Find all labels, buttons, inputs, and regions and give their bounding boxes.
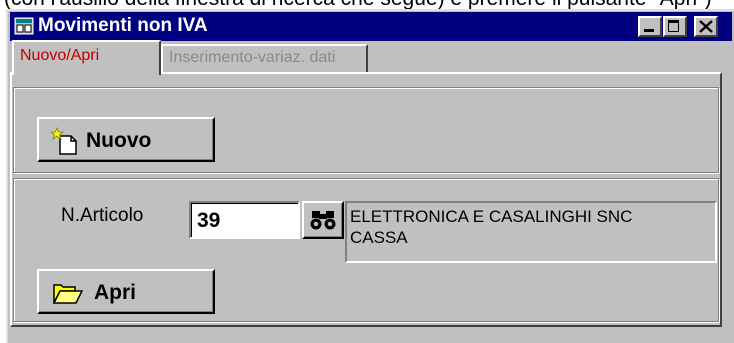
new-button-label: Nuovo <box>86 129 152 152</box>
tab-nuovo-apri[interactable]: Nuovo/Apri <box>12 40 161 75</box>
open-folder-icon <box>53 284 83 304</box>
window-title: Movimenti non IVA <box>38 15 208 36</box>
open-button[interactable]: Apri <box>37 269 215 314</box>
description-line-1: ELETTRONICA E CASALINGHI SNC <box>350 207 633 226</box>
new-button[interactable]: Nuovo <box>37 117 215 162</box>
tab-label: Nuovo/Apri <box>20 47 100 64</box>
maximize-icon[interactable] <box>663 16 687 37</box>
minimize-icon[interactable] <box>638 16 662 37</box>
article-number-input[interactable]: 39 <box>189 201 300 239</box>
article-description-box: ELETTRONICA E CASALINGHI SNC CASSA <box>345 201 717 263</box>
search-button[interactable] <box>302 201 344 239</box>
article-number-label: N.Articolo <box>61 205 144 226</box>
binoculars-search-icon <box>310 211 336 230</box>
close-icon[interactable] <box>694 16 718 37</box>
title-bar[interactable]: Movimenti non IVA <box>10 12 732 41</box>
tab-label: Inserimento-variaz. dati <box>169 49 336 66</box>
description-line-2: CASSA <box>350 228 408 247</box>
article-number-value: 39 <box>197 209 221 232</box>
new-document-icon <box>51 127 77 155</box>
app-window-icon <box>14 17 34 35</box>
tab-inserimento-variaz-dati[interactable]: Inserimento-variaz. dati <box>161 44 368 72</box>
open-button-label: Apri <box>94 281 136 304</box>
